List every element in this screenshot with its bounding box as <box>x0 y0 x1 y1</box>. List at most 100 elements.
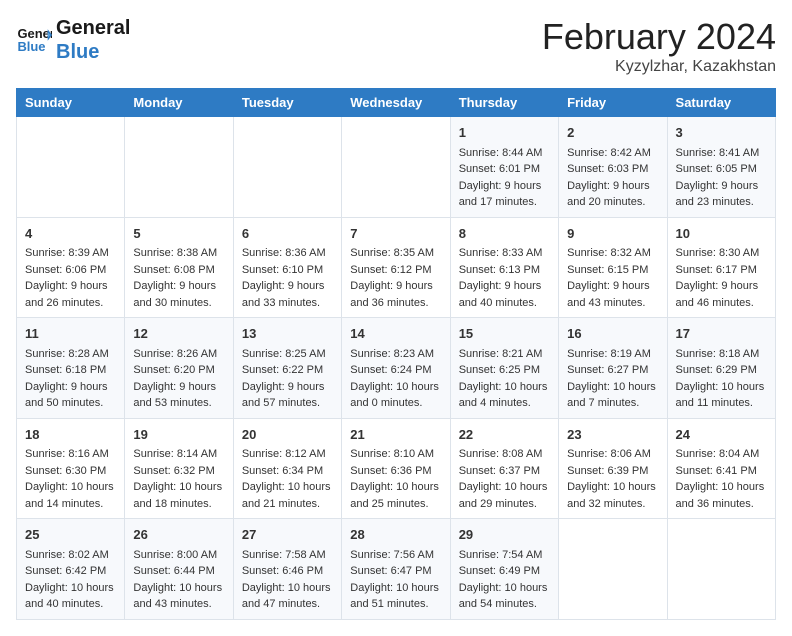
day-of-week-wednesday: Wednesday <box>342 89 450 117</box>
logo-general: General <box>56 16 130 40</box>
day-number: 5 <box>133 224 224 244</box>
calendar-cell: 6Sunrise: 8:36 AM Sunset: 6:10 PM Daylig… <box>233 217 341 318</box>
day-number: 15 <box>459 324 550 344</box>
calendar-cell: 7Sunrise: 8:35 AM Sunset: 6:12 PM Daylig… <box>342 217 450 318</box>
day-number: 7 <box>350 224 441 244</box>
logo-icon: General Blue <box>16 22 52 58</box>
day-number: 23 <box>567 425 658 445</box>
calendar-month-year: February 2024 <box>542 16 776 58</box>
calendar-cell: 22Sunrise: 8:08 AM Sunset: 6:37 PM Dayli… <box>450 418 558 519</box>
calendar-cell: 5Sunrise: 8:38 AM Sunset: 6:08 PM Daylig… <box>125 217 233 318</box>
day-of-week-monday: Monday <box>125 89 233 117</box>
day-info: Sunrise: 8:30 AM Sunset: 6:17 PM Dayligh… <box>676 245 767 311</box>
week-row-1: 1Sunrise: 8:44 AM Sunset: 6:01 PM Daylig… <box>17 117 776 218</box>
day-number: 4 <box>25 224 116 244</box>
day-info: Sunrise: 8:32 AM Sunset: 6:15 PM Dayligh… <box>567 245 658 311</box>
calendar-location: Kyzylzhar, Kazakhstan <box>542 58 776 76</box>
day-number: 14 <box>350 324 441 344</box>
day-info: Sunrise: 8:18 AM Sunset: 6:29 PM Dayligh… <box>676 346 767 412</box>
day-info: Sunrise: 7:54 AM Sunset: 6:49 PM Dayligh… <box>459 547 550 613</box>
day-number: 24 <box>676 425 767 445</box>
day-info: Sunrise: 8:28 AM Sunset: 6:18 PM Dayligh… <box>25 346 116 412</box>
day-info: Sunrise: 8:16 AM Sunset: 6:30 PM Dayligh… <box>25 446 116 512</box>
calendar-cell <box>342 117 450 218</box>
calendar-cell: 15Sunrise: 8:21 AM Sunset: 6:25 PM Dayli… <box>450 318 558 419</box>
page-header: General Blue General Blue February 2024 … <box>16 16 776 76</box>
day-info: Sunrise: 8:14 AM Sunset: 6:32 PM Dayligh… <box>133 446 224 512</box>
calendar-cell: 1Sunrise: 8:44 AM Sunset: 6:01 PM Daylig… <box>450 117 558 218</box>
calendar-cell: 12Sunrise: 8:26 AM Sunset: 6:20 PM Dayli… <box>125 318 233 419</box>
day-number: 3 <box>676 123 767 143</box>
calendar-cell: 17Sunrise: 8:18 AM Sunset: 6:29 PM Dayli… <box>667 318 775 419</box>
day-info: Sunrise: 8:23 AM Sunset: 6:24 PM Dayligh… <box>350 346 441 412</box>
calendar-cell: 10Sunrise: 8:30 AM Sunset: 6:17 PM Dayli… <box>667 217 775 318</box>
day-number: 18 <box>25 425 116 445</box>
day-number: 28 <box>350 525 441 545</box>
day-info: Sunrise: 8:19 AM Sunset: 6:27 PM Dayligh… <box>567 346 658 412</box>
day-info: Sunrise: 8:06 AM Sunset: 6:39 PM Dayligh… <box>567 446 658 512</box>
day-number: 2 <box>567 123 658 143</box>
day-info: Sunrise: 8:42 AM Sunset: 6:03 PM Dayligh… <box>567 145 658 211</box>
day-of-week-sunday: Sunday <box>17 89 125 117</box>
day-number: 12 <box>133 324 224 344</box>
calendar-cell: 8Sunrise: 8:33 AM Sunset: 6:13 PM Daylig… <box>450 217 558 318</box>
calendar-title-area: February 2024 Kyzylzhar, Kazakhstan <box>542 16 776 76</box>
svg-text:Blue: Blue <box>17 39 45 54</box>
day-number: 29 <box>459 525 550 545</box>
day-of-week-saturday: Saturday <box>667 89 775 117</box>
day-number: 13 <box>242 324 333 344</box>
calendar-cell: 25Sunrise: 8:02 AM Sunset: 6:42 PM Dayli… <box>17 519 125 620</box>
day-info: Sunrise: 8:02 AM Sunset: 6:42 PM Dayligh… <box>25 547 116 613</box>
day-info: Sunrise: 8:00 AM Sunset: 6:44 PM Dayligh… <box>133 547 224 613</box>
day-number: 16 <box>567 324 658 344</box>
day-number: 19 <box>133 425 224 445</box>
calendar-cell: 3Sunrise: 8:41 AM Sunset: 6:05 PM Daylig… <box>667 117 775 218</box>
calendar-cell: 27Sunrise: 7:58 AM Sunset: 6:46 PM Dayli… <box>233 519 341 620</box>
calendar-cell: 23Sunrise: 8:06 AM Sunset: 6:39 PM Dayli… <box>559 418 667 519</box>
calendar-cell <box>233 117 341 218</box>
calendar-cell: 9Sunrise: 8:32 AM Sunset: 6:15 PM Daylig… <box>559 217 667 318</box>
calendar-cell: 2Sunrise: 8:42 AM Sunset: 6:03 PM Daylig… <box>559 117 667 218</box>
calendar-cell: 19Sunrise: 8:14 AM Sunset: 6:32 PM Dayli… <box>125 418 233 519</box>
calendar-cell: 14Sunrise: 8:23 AM Sunset: 6:24 PM Dayli… <box>342 318 450 419</box>
calendar-cell: 4Sunrise: 8:39 AM Sunset: 6:06 PM Daylig… <box>17 217 125 318</box>
day-info: Sunrise: 7:56 AM Sunset: 6:47 PM Dayligh… <box>350 547 441 613</box>
day-info: Sunrise: 8:10 AM Sunset: 6:36 PM Dayligh… <box>350 446 441 512</box>
week-row-2: 4Sunrise: 8:39 AM Sunset: 6:06 PM Daylig… <box>17 217 776 318</box>
calendar-cell: 24Sunrise: 8:04 AM Sunset: 6:41 PM Dayli… <box>667 418 775 519</box>
day-info: Sunrise: 8:04 AM Sunset: 6:41 PM Dayligh… <box>676 446 767 512</box>
day-info: Sunrise: 8:12 AM Sunset: 6:34 PM Dayligh… <box>242 446 333 512</box>
day-number: 20 <box>242 425 333 445</box>
day-of-week-tuesday: Tuesday <box>233 89 341 117</box>
calendar-cell <box>559 519 667 620</box>
calendar-cell: 20Sunrise: 8:12 AM Sunset: 6:34 PM Dayli… <box>233 418 341 519</box>
calendar-cell: 26Sunrise: 8:00 AM Sunset: 6:44 PM Dayli… <box>125 519 233 620</box>
week-row-3: 11Sunrise: 8:28 AM Sunset: 6:18 PM Dayli… <box>17 318 776 419</box>
logo: General Blue General Blue <box>16 16 130 64</box>
day-number: 1 <box>459 123 550 143</box>
day-of-week-thursday: Thursday <box>450 89 558 117</box>
day-info: Sunrise: 8:36 AM Sunset: 6:10 PM Dayligh… <box>242 245 333 311</box>
calendar-cell: 11Sunrise: 8:28 AM Sunset: 6:18 PM Dayli… <box>17 318 125 419</box>
day-number: 9 <box>567 224 658 244</box>
logo-blue: Blue <box>56 40 130 64</box>
day-number: 17 <box>676 324 767 344</box>
calendar-cell: 29Sunrise: 7:54 AM Sunset: 6:49 PM Dayli… <box>450 519 558 620</box>
calendar-cell <box>17 117 125 218</box>
day-number: 8 <box>459 224 550 244</box>
calendar-cell: 16Sunrise: 8:19 AM Sunset: 6:27 PM Dayli… <box>559 318 667 419</box>
day-number: 27 <box>242 525 333 545</box>
calendar-cell <box>667 519 775 620</box>
day-info: Sunrise: 8:21 AM Sunset: 6:25 PM Dayligh… <box>459 346 550 412</box>
day-info: Sunrise: 8:44 AM Sunset: 6:01 PM Dayligh… <box>459 145 550 211</box>
day-number: 26 <box>133 525 224 545</box>
day-number: 11 <box>25 324 116 344</box>
day-info: Sunrise: 7:58 AM Sunset: 6:46 PM Dayligh… <box>242 547 333 613</box>
day-info: Sunrise: 8:08 AM Sunset: 6:37 PM Dayligh… <box>459 446 550 512</box>
day-info: Sunrise: 8:38 AM Sunset: 6:08 PM Dayligh… <box>133 245 224 311</box>
calendar-header: SundayMondayTuesdayWednesdayThursdayFrid… <box>17 89 776 117</box>
days-of-week-row: SundayMondayTuesdayWednesdayThursdayFrid… <box>17 89 776 117</box>
day-info: Sunrise: 8:26 AM Sunset: 6:20 PM Dayligh… <box>133 346 224 412</box>
calendar-cell <box>125 117 233 218</box>
day-of-week-friday: Friday <box>559 89 667 117</box>
